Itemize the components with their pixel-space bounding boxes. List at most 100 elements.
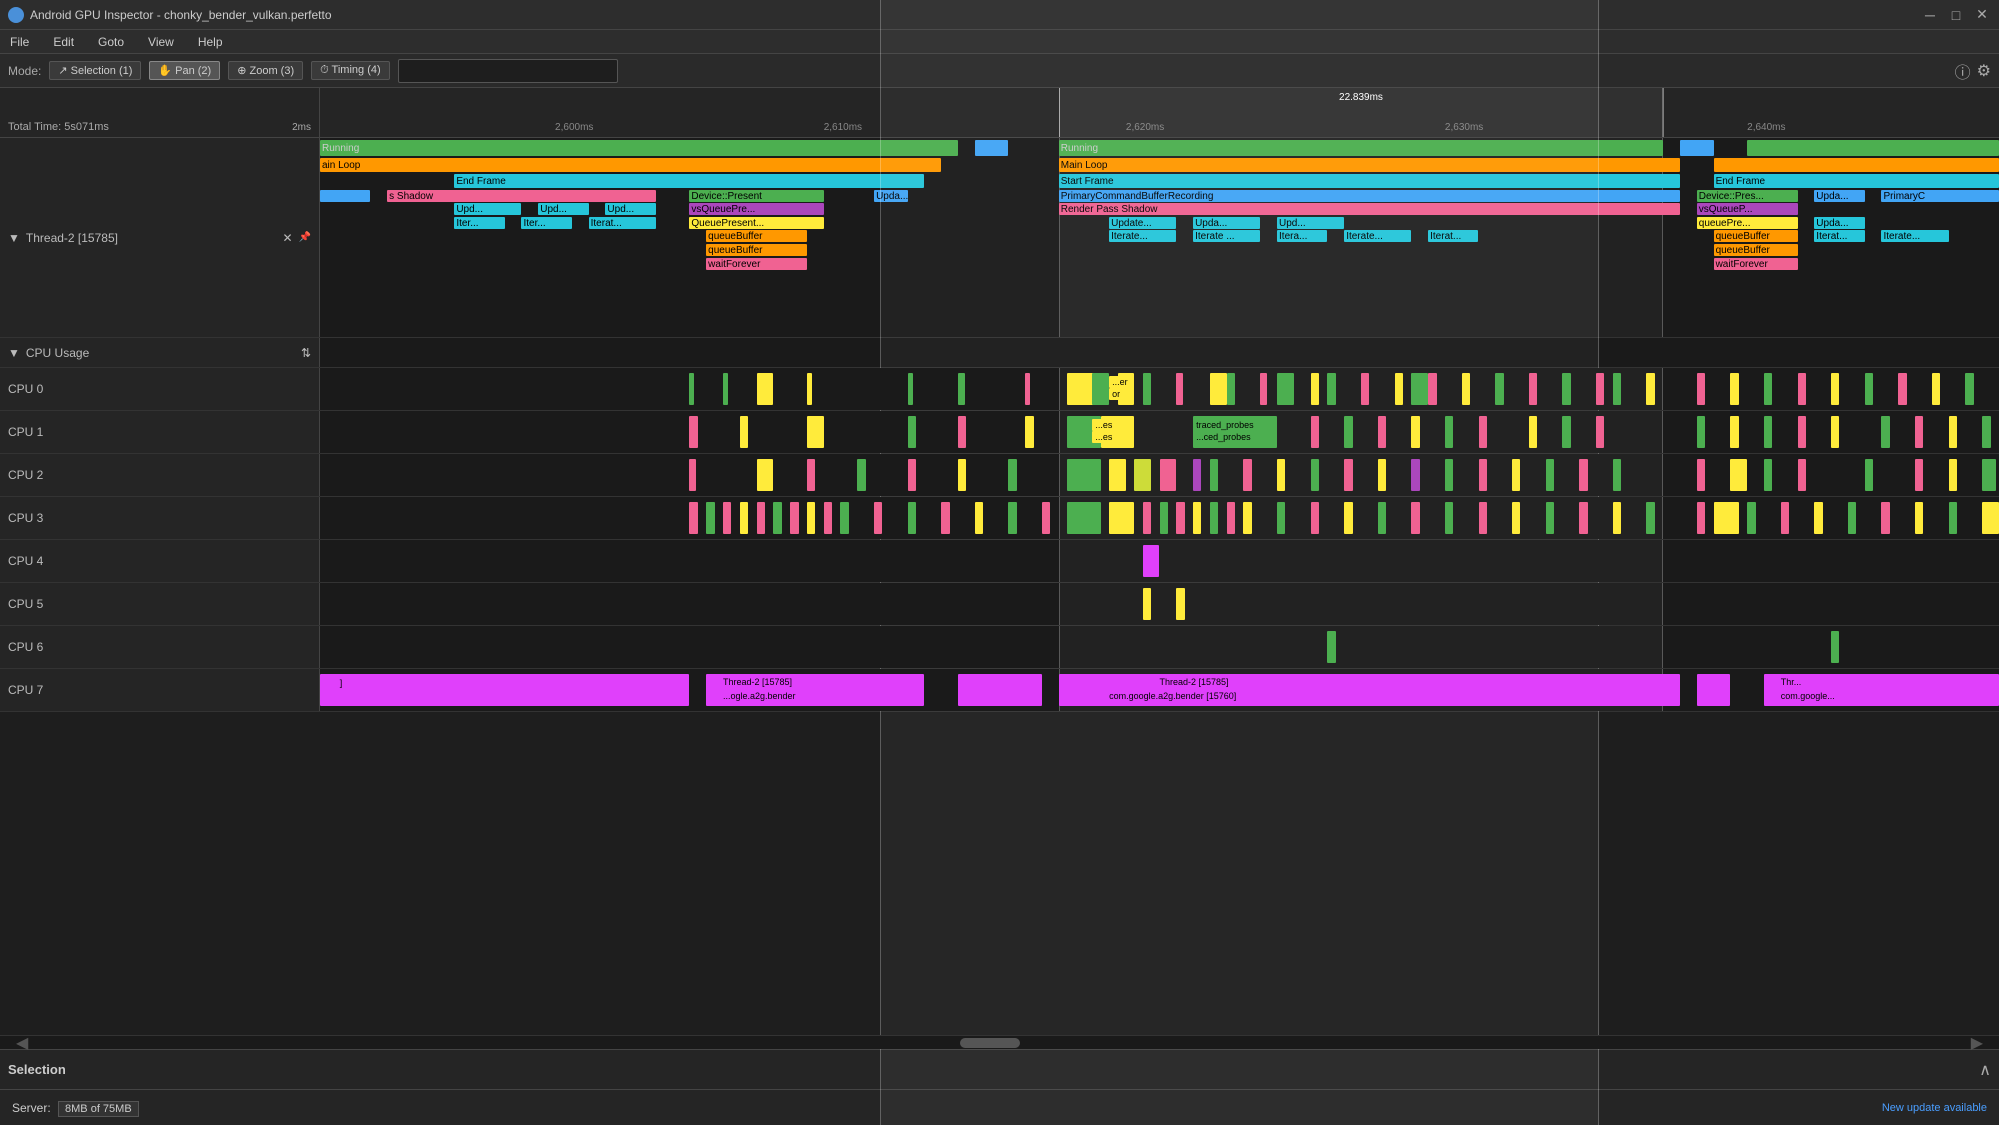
scroll-right-arrow[interactable]: ▶ bbox=[1971, 1033, 1983, 1053]
cpu2-b31 bbox=[1915, 459, 1923, 491]
cpu4-b1 bbox=[1143, 545, 1160, 577]
cpu2-b29 bbox=[1798, 459, 1806, 491]
cpu3-b27 bbox=[1311, 502, 1319, 534]
cpu7-label-thr: Thr... bbox=[1781, 677, 1802, 687]
cpu3-b26 bbox=[1277, 502, 1285, 534]
menu-view[interactable]: View bbox=[142, 33, 180, 51]
cpu7-label-bracket: ] bbox=[337, 677, 346, 689]
menu-goto[interactable]: Goto bbox=[92, 33, 130, 51]
cpu7-content[interactable]: ] Thread-2 [15785] ...ogle.a2g.bender Th… bbox=[320, 669, 1999, 711]
cpu0-bar-4 bbox=[807, 373, 812, 405]
update-big-1: Update... bbox=[1109, 217, 1176, 229]
selection-panel: Selection ∧ bbox=[0, 1049, 1999, 1089]
settings-button[interactable]: ⚙ bbox=[1977, 59, 1991, 83]
cpu2-content[interactable] bbox=[320, 454, 1999, 496]
search-input[interactable] bbox=[398, 59, 618, 83]
horizontal-scrollbar[interactable]: ◀ ▶ bbox=[0, 1035, 1999, 1049]
cpu1-b19 bbox=[1730, 416, 1738, 448]
primarycmd-1: PrimaryCommandBufferRecording bbox=[1059, 190, 1680, 202]
cpu5-b2 bbox=[1176, 588, 1184, 620]
menu-help[interactable]: Help bbox=[192, 33, 229, 51]
toolbar-right: ⓘ ⚙ bbox=[1955, 59, 1991, 83]
thread2-close-icon[interactable]: ✕ bbox=[282, 231, 292, 245]
queuebuffer-1: queueBuffer bbox=[706, 230, 807, 242]
thread2-pin-icon[interactable]: 📌 bbox=[299, 232, 311, 243]
cpu2-b9 bbox=[1109, 459, 1126, 491]
cpu2-b1 bbox=[689, 459, 696, 491]
selection-collapse-button[interactable]: ∧ bbox=[1979, 1060, 1991, 1080]
cpu4-content[interactable] bbox=[320, 540, 1999, 582]
cpu1-label-es2: ...es bbox=[1092, 431, 1115, 443]
menu-file[interactable]: File bbox=[4, 33, 35, 51]
cpu0-content[interactable]: ...er or bbox=[320, 368, 1999, 410]
cpu3-b19 bbox=[1143, 502, 1151, 534]
cpu-collapse-icon[interactable]: ▼ bbox=[8, 346, 20, 360]
cpu5-content[interactable] bbox=[320, 583, 1999, 625]
cpu3-b8 bbox=[807, 502, 815, 534]
cpu6-content[interactable] bbox=[320, 626, 1999, 668]
cpu0-bar-19 bbox=[1361, 373, 1369, 405]
mainloop-1: ain Loop bbox=[320, 158, 941, 172]
cpu1-label: CPU 1 bbox=[0, 411, 320, 453]
cpu2-b11 bbox=[1160, 459, 1177, 491]
info-button[interactable]: ⓘ bbox=[1955, 59, 1971, 83]
cpu3-content[interactable] bbox=[320, 497, 1999, 539]
cpu-sort-icon[interactable]: ⇅ bbox=[301, 346, 311, 360]
running-bar-2: Running bbox=[1059, 140, 1663, 156]
pan-mode-button[interactable]: ✋ Pan (2) bbox=[149, 61, 220, 80]
cpu1-tracedlabel: traced_probes bbox=[1193, 419, 1257, 431]
cpu5-b1 bbox=[1143, 588, 1151, 620]
tick-2620: 2,620ms bbox=[1126, 122, 1164, 133]
cpu1-b10 bbox=[1344, 416, 1352, 448]
scrollbar-thumb[interactable] bbox=[960, 1038, 1020, 1048]
timeline-scale-area[interactable]: 22.839ms 2,600ms 2,610ms 2,620ms 2,630ms… bbox=[320, 88, 1999, 137]
close-button[interactable]: ✕ bbox=[1973, 6, 1991, 24]
cpu3-b47 bbox=[1982, 502, 1999, 534]
cpu2-b10 bbox=[1134, 459, 1151, 491]
cpu3-b10 bbox=[840, 502, 848, 534]
cpu3-b34 bbox=[1546, 502, 1554, 534]
minimize-button[interactable]: ─ bbox=[1921, 6, 1939, 24]
cpu2-b18 bbox=[1378, 459, 1386, 491]
sub1 bbox=[320, 190, 370, 202]
cpu3-b38 bbox=[1697, 502, 1705, 534]
cpu3-b40 bbox=[1747, 502, 1755, 534]
scroll-left-arrow[interactable]: ◀ bbox=[16, 1033, 28, 1053]
menu-edit[interactable]: Edit bbox=[47, 33, 80, 51]
cpu2-b12 bbox=[1193, 459, 1201, 491]
main-content: ▼ Thread-2 [15785] ✕ 📌 Running Running a… bbox=[0, 138, 1999, 1125]
cpu1-b16 bbox=[1562, 416, 1570, 448]
cpu1-content[interactable]: ...es ...es traced_probes ...ced_probes bbox=[320, 411, 1999, 453]
cpu2-b30 bbox=[1865, 459, 1873, 491]
thread2-content[interactable]: Running Running ain Loop Main Loop End F… bbox=[320, 138, 1999, 337]
cpu0-bar-22 bbox=[1428, 373, 1436, 405]
update-link[interactable]: New update available bbox=[1882, 1102, 1987, 1114]
cpu0-bar-14 bbox=[1227, 373, 1235, 405]
selection-mode-button[interactable]: ↗ Selection (1) bbox=[49, 61, 141, 80]
maximize-button[interactable]: □ bbox=[1947, 6, 1965, 24]
mode-label: Mode: bbox=[8, 64, 41, 78]
cpu2-b23 bbox=[1546, 459, 1554, 491]
zoom-mode-button[interactable]: ⊕ Zoom (3) bbox=[228, 61, 303, 80]
cpu0-track: CPU 0 ...er or bbox=[0, 368, 1999, 411]
thread2-collapse-icon[interactable]: ▼ bbox=[8, 231, 20, 245]
cpu2-b21 bbox=[1479, 459, 1487, 491]
cpu2-b32 bbox=[1949, 459, 1957, 491]
timeline-header: Total Time: 5s071ms 2ms 22.839ms 2,600ms… bbox=[0, 88, 1999, 138]
cpu2-b6 bbox=[958, 459, 966, 491]
cpu0-bar-25 bbox=[1529, 373, 1537, 405]
iter1: Iter... bbox=[454, 217, 504, 229]
tick-2600: 2,600ms bbox=[555, 122, 593, 133]
startframe-1: Start Frame bbox=[1059, 174, 1680, 188]
cpu2-b14 bbox=[1243, 459, 1251, 491]
cpu2-b7 bbox=[1008, 459, 1016, 491]
cpu3-b35 bbox=[1579, 502, 1587, 534]
cpu1-b23 bbox=[1881, 416, 1889, 448]
cpu0-bar-13 bbox=[1210, 373, 1227, 405]
timing-mode-button[interactable]: ⏱ Timing (4) bbox=[311, 61, 390, 80]
cpu6-name: CPU 6 bbox=[8, 640, 43, 654]
cpu3-b5 bbox=[757, 502, 765, 534]
mainloop-2: Main Loop bbox=[1059, 158, 1680, 172]
cpu7-thread-3 bbox=[958, 674, 1042, 706]
cpu3-b32 bbox=[1479, 502, 1487, 534]
